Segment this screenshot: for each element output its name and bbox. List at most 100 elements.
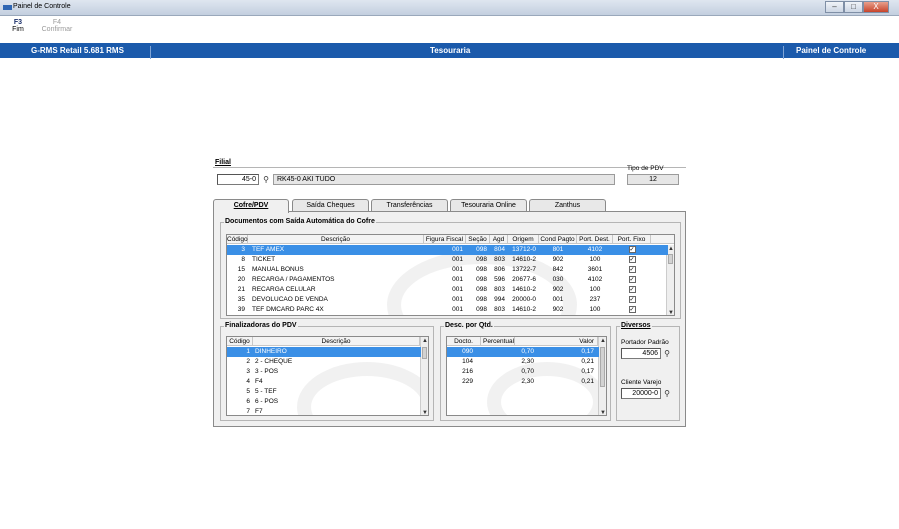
table-row[interactable]: 090 0,70 0,17 bbox=[447, 347, 599, 357]
cell-descricao: RECARGA / PAGAMENTOS bbox=[252, 276, 335, 283]
table-row[interactable]: 15 MANUAL BONUS 001 098 806 13722-7 842 3601 ✓ bbox=[227, 265, 668, 275]
scroll-up-icon[interactable]: ▲ bbox=[599, 337, 606, 345]
cell-port-fixo[interactable]: ✓ bbox=[613, 295, 651, 305]
filial-code-input[interactable]: 45-0 bbox=[217, 174, 259, 185]
scroll-down-icon[interactable]: ▼ bbox=[667, 309, 674, 315]
list-item[interactable]: 2 2 - CHEQUE bbox=[227, 357, 421, 367]
title-bar: Painel de Controle – □ X bbox=[0, 0, 899, 16]
cell-port-fixo[interactable]: ✓ bbox=[613, 245, 651, 255]
checkbox-icon[interactable]: ✓ bbox=[628, 245, 636, 253]
cell-figura-fiscal: 001 bbox=[452, 256, 463, 263]
cell-descricao: F4 bbox=[255, 378, 263, 385]
cell-descricao: TEF AMEX bbox=[252, 246, 285, 253]
scroll-down-icon[interactable]: ▼ bbox=[599, 409, 606, 415]
portador-label: Portador Padrão bbox=[621, 339, 669, 346]
system-name: G-RMS Retail 5.681 RMS bbox=[31, 46, 124, 55]
tipo-pdv-field: 12 bbox=[627, 174, 679, 185]
cell-descricao: RECARGA CELULAR bbox=[252, 286, 316, 293]
desc-qtd-scrollbar[interactable]: ▲ ▼ bbox=[598, 337, 606, 415]
finalizadoras-grid[interactable]: Código Descrição ▲ ▼ 1 DINHEIRO 2 2 - CHEQU… bbox=[226, 336, 429, 416]
cell-agd: 803 bbox=[494, 286, 505, 293]
cell-port-fixo[interactable]: ✓ bbox=[613, 285, 651, 295]
cell-percentual: 0,70 bbox=[521, 368, 534, 375]
col-valor: Valor bbox=[515, 337, 598, 346]
binoculars-icon[interactable]: ⚲ bbox=[261, 175, 271, 184]
scroll-thumb[interactable] bbox=[422, 347, 427, 359]
cell-cond-pagto: 902 bbox=[552, 256, 564, 263]
list-item[interactable]: 7 F7 bbox=[227, 407, 421, 415]
table-row[interactable]: 20 RECARGA / PAGAMENTOS 001 098 596 20677-6 03… bbox=[227, 275, 668, 285]
table-row[interactable]: 35 DEVOLUCAO DE VENDA 001 098 994 20000-0 001 2… bbox=[227, 295, 668, 305]
minimize-button[interactable]: – bbox=[825, 1, 844, 13]
binoculars-icon[interactable]: ⚲ bbox=[662, 389, 672, 398]
cell-figura-fiscal: 001 bbox=[452, 276, 463, 283]
cell-figura-fiscal: 001 bbox=[452, 296, 463, 303]
table-row[interactable]: 3 TEF AMEX 001 098 804 13712-0 801 4102 ✓ bbox=[227, 245, 668, 255]
table-row[interactable]: 39 TEF DMCARD PARC 4X 001 098 803 14610-2 902 1… bbox=[227, 305, 668, 315]
cell-descricao: F7 bbox=[255, 408, 263, 415]
fim-button[interactable]: F3 Fim bbox=[9, 19, 27, 33]
cell-secao: 098 bbox=[476, 256, 487, 263]
fim-key: F3 bbox=[13, 19, 23, 26]
cliente-input[interactable]: 20000-0 bbox=[621, 388, 661, 399]
cell-figura-fiscal: 001 bbox=[452, 306, 463, 313]
cell-secao: 098 bbox=[476, 266, 487, 273]
cell-port-fixo[interactable]: ✓ bbox=[613, 275, 651, 285]
portador-input[interactable]: 4506 bbox=[621, 348, 661, 359]
list-item[interactable]: 4 F4 bbox=[227, 377, 421, 387]
checkbox-icon[interactable]: ✓ bbox=[628, 275, 636, 283]
list-item[interactable]: 1 DINHEIRO bbox=[227, 347, 421, 357]
list-item[interactable]: 5 5 - TEF bbox=[227, 387, 421, 397]
cell-port-fixo[interactable]: ✓ bbox=[613, 305, 651, 315]
confirmar-button[interactable]: F4 Confirmar bbox=[38, 19, 76, 33]
maximize-button[interactable]: □ bbox=[844, 1, 863, 13]
diversos-group: Diversos Portador Padrão 4506 ⚲ Cliente … bbox=[616, 322, 680, 421]
cell-secao: 098 bbox=[476, 276, 487, 283]
cell-port-fixo[interactable]: ✓ bbox=[613, 265, 651, 275]
table-row[interactable]: 21 RECARGA CELULAR 001 098 803 14610-2 902 100 ✓ bbox=[227, 285, 668, 295]
table-row[interactable]: 229 2,30 0,21 bbox=[447, 377, 599, 387]
scroll-up-icon[interactable]: ▲ bbox=[667, 245, 674, 253]
cell-agd: 803 bbox=[494, 306, 505, 313]
cell-descricao: 3 - POS bbox=[255, 368, 279, 375]
desc-qtd-grid[interactable]: Docto. Percentual Valor ▲ ▼ 090 0,70 0,17 1… bbox=[446, 336, 607, 416]
finalizadoras-scrollbar[interactable]: ▲ ▼ bbox=[420, 337, 428, 415]
documentos-header: Código Descrição Figura Fiscal Seção Agd… bbox=[227, 235, 674, 244]
cell-agd: 806 bbox=[494, 266, 505, 273]
cell-descricao: 6 - POS bbox=[255, 398, 279, 405]
close-button[interactable]: X bbox=[863, 1, 889, 13]
cell-secao: 098 bbox=[476, 306, 487, 313]
scroll-down-icon[interactable]: ▼ bbox=[421, 409, 428, 415]
tipo-pdv-label: Tipo de PDV bbox=[627, 165, 664, 172]
checkbox-icon[interactable]: ✓ bbox=[628, 305, 636, 313]
screen-name: Painel de Controle bbox=[796, 46, 867, 55]
scroll-up-icon[interactable]: ▲ bbox=[421, 337, 428, 345]
desc-qtd-header: Docto. Percentual Valor bbox=[447, 337, 606, 346]
scroll-thumb[interactable] bbox=[668, 254, 673, 264]
cell-codigo: 21 bbox=[237, 286, 245, 293]
confirmar-key: F4 bbox=[52, 19, 62, 26]
cell-port-fixo[interactable]: ✓ bbox=[613, 255, 651, 265]
checkbox-icon[interactable]: ✓ bbox=[628, 265, 636, 273]
cell-docto: 229 bbox=[462, 378, 473, 385]
list-item[interactable]: 3 3 - POS bbox=[227, 367, 421, 377]
list-item[interactable]: 6 6 - POS bbox=[227, 397, 421, 407]
scroll-thumb[interactable] bbox=[600, 347, 605, 387]
documentos-grid[interactable]: Código Descrição Figura Fiscal Seção Agd… bbox=[226, 234, 675, 316]
table-row[interactable]: 216 0,70 0,17 bbox=[447, 367, 599, 377]
cell-codigo: 39 bbox=[237, 306, 245, 313]
checkbox-icon[interactable]: ✓ bbox=[628, 285, 636, 293]
col-codigo: Código bbox=[227, 337, 253, 346]
cell-codigo: 8 bbox=[241, 256, 245, 263]
checkbox-icon[interactable]: ✓ bbox=[628, 295, 636, 303]
cell-secao: 098 bbox=[476, 246, 487, 253]
col-origem: Origem bbox=[508, 235, 539, 244]
table-row[interactable]: 8 TICKET 001 098 803 14610-2 902 100 ✓ bbox=[227, 255, 668, 265]
col-figura-fiscal: Figura Fiscal bbox=[424, 235, 466, 244]
binoculars-icon[interactable]: ⚲ bbox=[662, 349, 672, 358]
cell-percentual: 2,30 bbox=[521, 378, 534, 385]
table-row[interactable]: 104 2,30 0,21 bbox=[447, 357, 599, 367]
checkbox-icon[interactable]: ✓ bbox=[628, 255, 636, 263]
tab-cofre-pdv[interactable]: Cofre/PDV bbox=[213, 199, 289, 213]
cell-descricao: TICKET bbox=[252, 256, 276, 263]
